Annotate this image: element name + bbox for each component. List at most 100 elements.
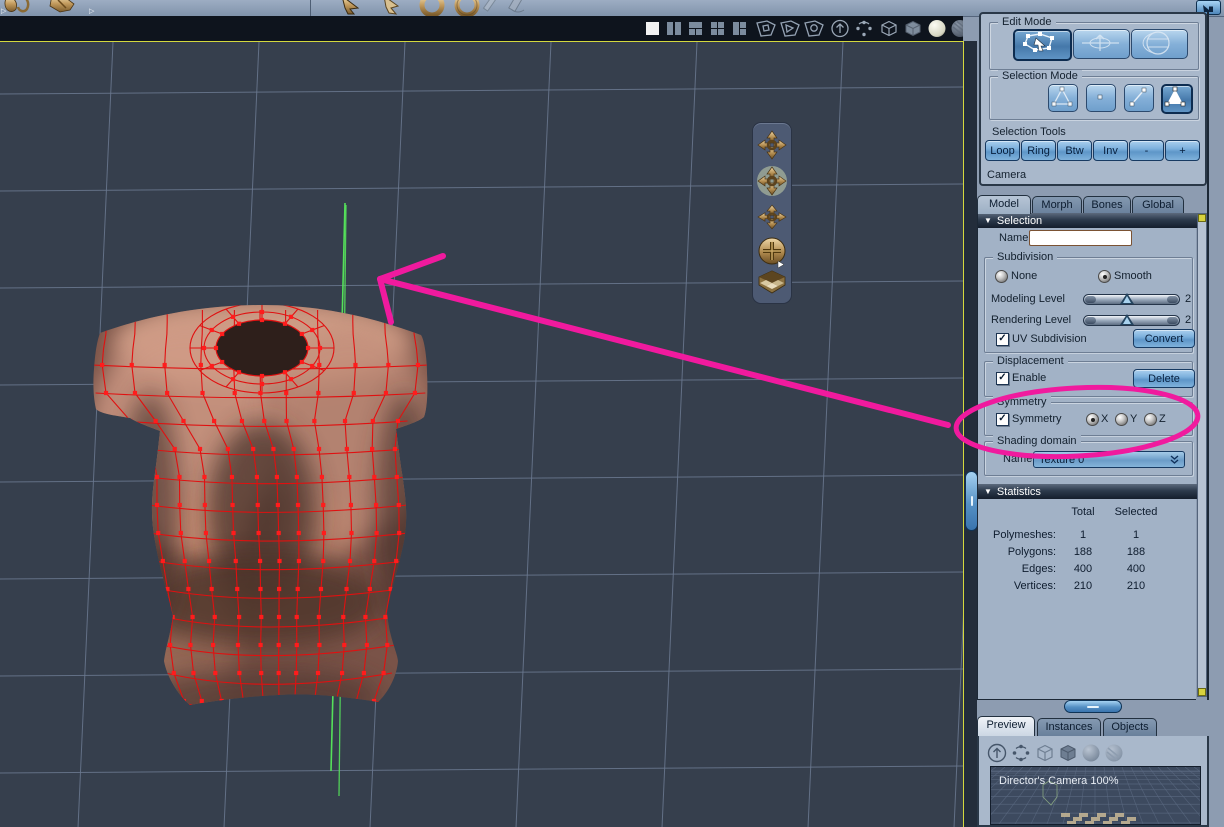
symmetry-z-radio[interactable] [1144,413,1157,426]
shading-domain-dropdown[interactable]: Texture 0 [1033,451,1185,468]
layout-custom-icon[interactable] [733,22,746,35]
edit-mode-animation-button[interactable] [1073,29,1130,59]
viewport-header-icons [646,19,969,38]
horizontal-splitter-handle[interactable] [1064,700,1122,713]
subdivision-none-radio[interactable] [995,270,1008,283]
ring-button[interactable]: Ring [1021,140,1056,161]
camera-shield-3-icon[interactable] [804,20,824,37]
subdivision-smooth-radio[interactable] [1098,270,1111,283]
solid-cube-icon[interactable] [1060,744,1076,762]
camera-shield-1-icon[interactable] [756,20,776,37]
preview-viewport[interactable]: Director's Camera 100% [990,766,1201,825]
viewport-grid [0,42,963,827]
modeling-level-label: Modeling Level [991,293,1065,305]
textured-sphere-icon[interactable] [951,20,969,37]
ring-3d-icon[interactable] [419,0,445,18]
knife-tool-icon[interactable] [482,0,499,12]
modeling-level-slider[interactable] [1083,293,1180,305]
loop-button[interactable]: Loop [985,140,1020,161]
scrollbar-down-arrow[interactable] [1198,688,1206,696]
animation-mode-icon [1082,34,1119,51]
camera-dolly-icon[interactable] [758,237,786,265]
tab-morph[interactable]: Morph [1032,196,1082,214]
edit-mode-uv-mapping-button[interactable] [1131,29,1188,59]
torso-mesh[interactable] [90,297,435,727]
symmetry-y-radio[interactable] [1115,413,1128,426]
orbit-rotate-icon[interactable] [1012,744,1030,762]
selection-name-input[interactable] [1029,230,1132,246]
rotate-tool-icon[interactable] [4,0,30,13]
selection-mode-edge-button[interactable] [1124,84,1154,112]
layout-four-pane-icon[interactable] [711,22,724,35]
flyout-arrow-icon[interactable]: ▷ [1,7,6,15]
camera-tool-icons [756,129,788,294]
flyout-arrow-icon[interactable]: ▷ [89,7,94,15]
vertical-splitter[interactable] [963,41,978,827]
3d-viewport[interactable] [0,41,963,827]
layout-two-pane-icon[interactable] [667,22,681,35]
symmetry-x-label: X [1101,413,1109,425]
convert-button[interactable]: Convert [1133,329,1195,348]
stats-row-total: 1 [1079,529,1087,541]
delete-button-label: Delete [1148,372,1180,385]
camera-pan-icon[interactable] [756,129,788,161]
add-selection-button[interactable]: + [1165,140,1200,161]
camera-orbit-icon[interactable] [756,165,788,197]
camera-section-label: Camera [987,169,1027,181]
rendering-level-slider[interactable] [1083,314,1180,326]
viewport-scene [0,42,963,827]
textured-sphere-icon[interactable] [1105,744,1123,762]
symmetry-checkbox[interactable]: ✓ [996,413,1009,426]
shaded-sphere-icon[interactable] [1082,744,1100,762]
up-arrow-circle-icon[interactable] [831,19,849,38]
tab-global[interactable]: Global [1132,196,1184,214]
delete-button[interactable]: Delete [1133,369,1195,388]
stats-row-label: Vertices: [1013,580,1056,592]
panel-scrollbar[interactable] [1197,213,1207,697]
solid-cube-icon[interactable] [905,20,921,37]
edit-mode-vertex-modeling-button[interactable] [1013,29,1072,61]
selection-mode-polygon-button[interactable] [1161,84,1193,114]
camera-track-icon[interactable] [756,203,788,231]
tab-instances[interactable]: Instances [1037,718,1101,736]
scrollbar-up-arrow[interactable] [1198,214,1206,222]
tab-instances-label: Instances [1045,721,1093,733]
tool-flyout-arrow-icon[interactable] [777,260,785,269]
tab-preview[interactable]: Preview [977,716,1035,736]
cursor-select-icon[interactable] [342,0,360,15]
statistics-section-header[interactable]: ▼ Statistics [978,484,1197,499]
collapse-triangle-icon[interactable]: ▼ [984,487,992,496]
scale-tool-icon[interactable] [508,0,525,13]
subtract-selection-button[interactable]: - [1129,140,1164,161]
vertex-select-icon [1097,94,1103,100]
shaded-sphere-icon[interactable] [928,20,946,37]
collapse-triangle-icon[interactable]: ▼ [984,216,992,225]
orbit-rotate-icon[interactable] [856,20,872,37]
camera-shield-2-icon[interactable] [780,20,800,37]
layout-three-pane-icon[interactable] [689,22,702,35]
move-tool-icon[interactable] [49,0,75,13]
ring-3d-alt-icon[interactable] [454,0,480,18]
uv-subdivision-checkbox[interactable]: ✓ [996,333,1009,346]
wire-cube-icon[interactable] [1037,744,1053,762]
convert-button-label: Convert [1144,332,1184,345]
rendering-level-value: 2 [1185,314,1192,326]
tab-objects[interactable]: Objects [1103,718,1157,736]
selection-section-header[interactable]: ▼ Selection [978,213,1197,228]
layout-single-icon[interactable] [646,22,659,35]
displacement-enable-checkbox[interactable]: ✓ [996,372,1009,385]
invert-button[interactable]: Inv [1093,140,1128,161]
model-properties-panel: ▼ Selection Name Subdivision None Smooth … [977,213,1197,700]
between-button[interactable]: Btw [1057,140,1092,161]
tab-model[interactable]: Model [977,195,1031,214]
tab-bones[interactable]: Bones [1083,196,1131,214]
tab-global-label: Global [1142,199,1174,211]
up-arrow-circle-icon[interactable] [987,743,1007,763]
symmetry-group: Symmetry ✓ Symmetry X Y Z [984,396,1193,436]
wire-cube-icon[interactable] [881,20,897,37]
selection-mode-polygon-outline-button[interactable] [1048,84,1078,112]
camera-reference-cube-icon[interactable] [758,270,786,294]
cursor-direct-icon[interactable] [384,0,400,15]
selection-mode-vertex-button[interactable] [1086,84,1116,112]
symmetry-x-radio[interactable] [1086,413,1099,426]
